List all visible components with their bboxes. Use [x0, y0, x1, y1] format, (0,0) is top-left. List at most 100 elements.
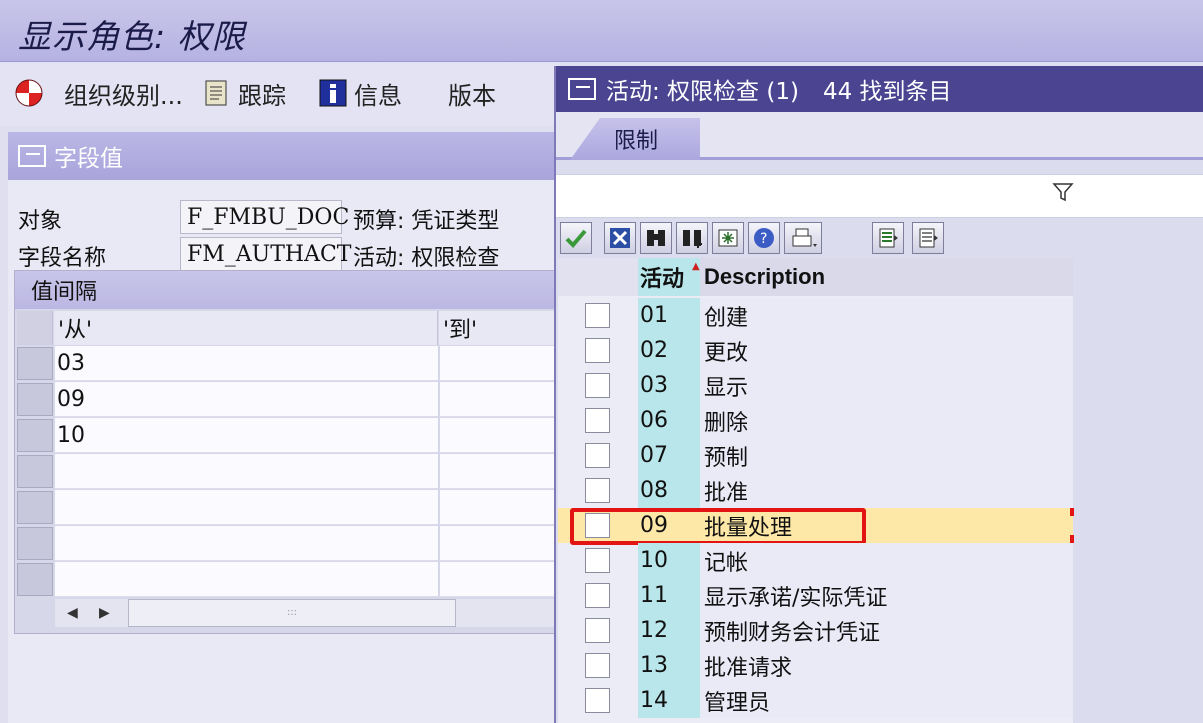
activity-popup: 活动: 权限检查 (1) 44 找到条目 限制 ? 活动 ▲ Descripti…: [554, 66, 1203, 723]
table-row: [17, 490, 558, 525]
new-entry-icon[interactable]: [712, 222, 744, 254]
row-checkbox[interactable]: [585, 583, 610, 608]
object-field: F_FMBU_DOC: [180, 200, 349, 234]
interval-table: 值间隔 '从' '到' 03 09 10 ◀ ▶ :::: [14, 270, 560, 634]
list-header: 活动 ▲ Description: [558, 258, 1073, 296]
row-checkbox[interactable]: [585, 373, 610, 398]
to-cell[interactable]: [440, 346, 558, 381]
row-checkbox[interactable]: [585, 478, 610, 503]
scroll-right-icon[interactable]: ▶: [99, 605, 110, 621]
row-checkbox[interactable]: [585, 688, 610, 713]
list-item[interactable]: 12 预制财务会计凭证: [558, 613, 1073, 648]
to-cell[interactable]: [440, 562, 558, 597]
activity-code: 03: [638, 368, 700, 403]
select-all-cell[interactable]: [17, 311, 53, 345]
tab-restrictions[interactable]: 限制: [570, 118, 700, 160]
row-checkbox[interactable]: [585, 548, 610, 573]
activity-description: 显示: [700, 368, 1073, 403]
column-activity-label: 活动: [640, 267, 685, 292]
print-icon[interactable]: [784, 222, 822, 254]
to-cell[interactable]: [440, 418, 558, 453]
object-label: 对象: [18, 209, 63, 234]
trace-label: 跟踪: [238, 81, 286, 110]
row-selector[interactable]: [17, 527, 53, 560]
row-selector[interactable]: [17, 563, 53, 596]
select-all-icon[interactable]: [872, 222, 904, 254]
from-cell[interactable]: 09: [55, 382, 439, 417]
list-item-selected[interactable]: 09 批量处理: [558, 508, 1074, 545]
scroll-thumb[interactable]: :::: [128, 599, 456, 627]
list-item[interactable]: 01 创建: [558, 298, 1073, 333]
to-cell[interactable]: [440, 382, 558, 417]
row-checkbox[interactable]: [585, 618, 610, 643]
row-checkbox[interactable]: [585, 408, 610, 433]
row-selector[interactable]: [17, 419, 53, 452]
row-checkbox[interactable]: [585, 653, 610, 678]
list-item[interactable]: 08 批准: [558, 473, 1073, 508]
table-row: [17, 526, 558, 561]
popup-toolbar: ?: [556, 218, 1203, 258]
activity-code: 06: [638, 403, 700, 438]
deselect-all-icon[interactable]: [912, 222, 944, 254]
confirm-icon[interactable]: [560, 222, 592, 254]
from-cell[interactable]: [55, 490, 439, 525]
from-cell[interactable]: 10: [55, 418, 439, 453]
list-item[interactable]: 03 显示: [558, 368, 1073, 403]
field-name-field: FM_AUTHACT: [180, 237, 351, 271]
row-selector[interactable]: [17, 455, 53, 488]
cancel-icon[interactable]: [604, 222, 636, 254]
help-icon[interactable]: ?: [748, 222, 780, 254]
find-next-icon[interactable]: [676, 222, 708, 254]
info-button[interactable]: 信息: [318, 76, 402, 110]
column-header-from[interactable]: '从': [54, 311, 438, 345]
activity-description: 删除: [700, 403, 1073, 438]
column-header-activity[interactable]: 活动 ▲: [638, 258, 700, 296]
list-item[interactable]: 13 批准请求: [558, 648, 1073, 683]
activity-code: 02: [638, 333, 700, 368]
from-cell[interactable]: [55, 526, 439, 561]
popup-title-bar: 活动: 权限检查 (1) 44 找到条目: [556, 66, 1203, 112]
list-item[interactable]: 02 更改: [558, 333, 1073, 368]
scroll-left-icon[interactable]: ◀: [67, 605, 78, 621]
row-checkbox[interactable]: [585, 303, 610, 328]
find-icon[interactable]: [640, 222, 672, 254]
list-item[interactable]: 07 预制: [558, 438, 1073, 473]
activity-description: 管理员: [700, 683, 1073, 718]
filter-icon[interactable]: [1052, 181, 1074, 208]
list-item[interactable]: 10 记帐: [558, 543, 1073, 578]
activity-description: 记帐: [700, 543, 1073, 578]
to-cell[interactable]: [440, 526, 558, 561]
row-checkbox[interactable]: [585, 338, 610, 363]
list-item[interactable]: 14 管理员: [558, 683, 1073, 718]
field-values-header: 字段值: [8, 132, 560, 180]
row-selector[interactable]: [17, 347, 53, 380]
interval-table-title: 值间隔: [15, 271, 559, 309]
trace-button[interactable]: 跟踪: [202, 76, 286, 110]
table-row: [17, 454, 558, 489]
to-cell[interactable]: [440, 454, 558, 489]
activity-description: 显示承诺/实际凭证: [700, 578, 1073, 613]
row-checkbox[interactable]: [585, 443, 610, 468]
to-cell[interactable]: [440, 490, 558, 525]
row-selector[interactable]: [17, 491, 53, 524]
trace-icon: [202, 78, 232, 108]
column-header-description[interactable]: Description: [700, 258, 1073, 296]
row-selector[interactable]: [17, 383, 53, 416]
version-button[interactable]: 版本: [448, 76, 496, 110]
activity-code: 01: [638, 298, 700, 333]
svg-text:?: ?: [760, 231, 767, 247]
sort-ascending-icon: ▲: [692, 261, 700, 272]
org-level-button[interactable]: 组织级别...: [14, 76, 183, 110]
field-name-description: 活动: 权限检查: [353, 246, 500, 271]
activity-description: 创建: [700, 298, 1073, 333]
list-item[interactable]: 11 显示承诺/实际凭证: [558, 578, 1073, 613]
field-values-title: 字段值: [54, 146, 123, 172]
table-row: 10: [17, 418, 558, 453]
from-cell[interactable]: [55, 454, 439, 489]
horizontal-scrollbar[interactable]: ◀ ▶ :::: [55, 599, 557, 627]
from-cell[interactable]: 03: [55, 346, 439, 381]
column-header-to[interactable]: '到': [439, 311, 559, 345]
list-item[interactable]: 06 删除: [558, 403, 1073, 438]
from-cell[interactable]: [55, 562, 439, 597]
collapse-icon[interactable]: [18, 145, 46, 167]
